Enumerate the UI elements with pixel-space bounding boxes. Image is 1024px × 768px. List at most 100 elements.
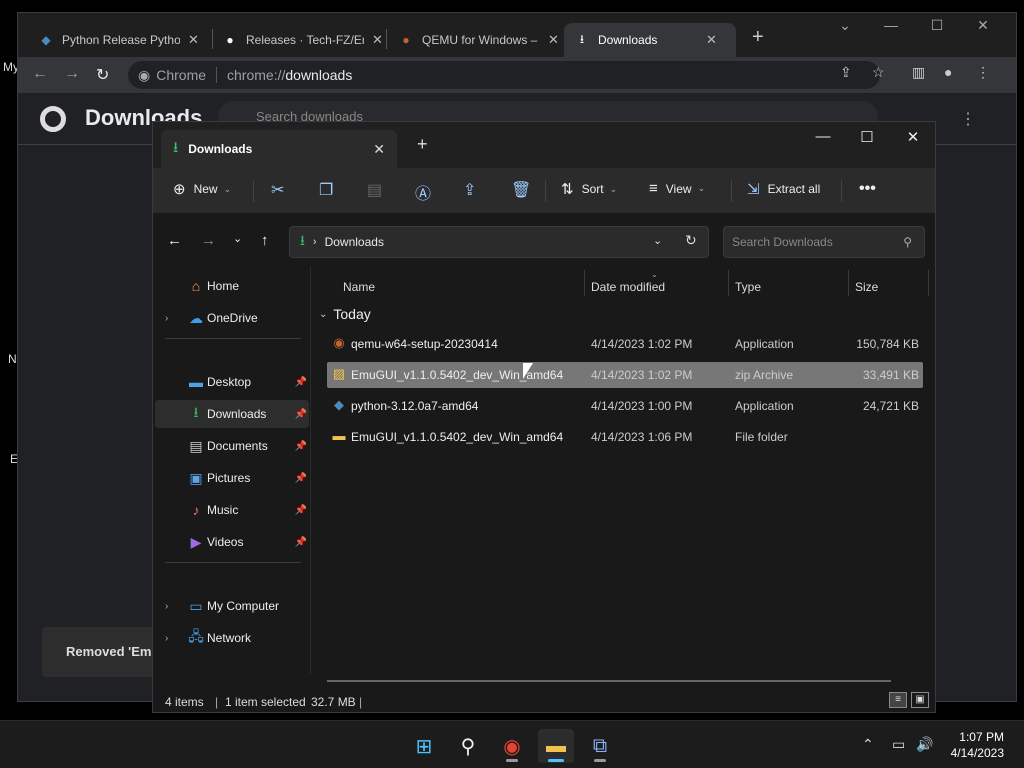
close-icon[interactable]: ✕: [706, 32, 717, 48]
nav-item-onedrive[interactable]: › ☁ OneDrive: [155, 304, 309, 332]
maximize-button[interactable]: ☐: [847, 128, 887, 146]
nav-item-videos[interactable]: ▶ Videos 📌: [155, 528, 309, 556]
chrome-tab-active[interactable]: ⭳ Downloads ✕: [564, 23, 736, 57]
document-icon: ▤: [189, 437, 203, 454]
new-button[interactable]: ⊕ New ⌄: [173, 180, 231, 198]
address-bar[interactable]: ⭳ › Downloads: [289, 226, 709, 258]
close-window-button[interactable]: ✕: [968, 17, 998, 34]
chrome-tab[interactable]: ◆ Python Release Pytho ✕: [28, 23, 209, 57]
column-header-type[interactable]: Type: [735, 280, 761, 294]
paste-icon[interactable]: ▤: [367, 180, 382, 200]
search-icon: ⚲: [903, 235, 912, 249]
extract-all-label: Extract all: [767, 182, 821, 196]
close-icon[interactable]: ✕: [188, 32, 199, 48]
more-options-icon[interactable]: •••: [859, 180, 876, 198]
nav-item-pictures[interactable]: ▣ Pictures 📌: [155, 464, 309, 492]
new-tab-button[interactable]: +: [752, 26, 764, 49]
file-row[interactable]: ◉ qemu-w64-setup-20230414 4/14/2023 1:02…: [327, 331, 923, 357]
file-row[interactable]: ▬ EmuGUI_v1.1.0.5402_dev_Win_amd64 4/14/…: [327, 424, 923, 450]
chevron-up-icon[interactable]: ⌃: [862, 736, 874, 753]
close-icon[interactable]: ✕: [373, 141, 385, 158]
taskbar-app-chrome[interactable]: ◉: [494, 729, 530, 763]
chrome-tab[interactable]: ● QEMU for Windows – ✕: [388, 23, 569, 57]
chevron-down-icon[interactable]: ⌄: [653, 234, 662, 247]
network-icon[interactable]: ▭: [892, 736, 905, 753]
chevron-right-icon[interactable]: ›: [165, 601, 168, 612]
side-panel-icon[interactable]: ▥: [912, 64, 925, 81]
file-size: 150,784 KB: [856, 337, 919, 351]
search-button[interactable]: ⚲: [450, 729, 486, 763]
file-row[interactable]: ◆ python-3.12.0a7-amd64 4/14/2023 1:00 P…: [327, 393, 923, 419]
volume-icon[interactable]: 🔊: [916, 736, 933, 753]
close-icon[interactable]: ✕: [548, 32, 559, 48]
share-icon[interactable]: ⇪: [840, 64, 852, 81]
chevron-down-icon: ⌄: [697, 183, 706, 193]
column-header-name[interactable]: Name: [343, 280, 375, 294]
share-icon[interactable]: ⇪: [463, 180, 476, 200]
menu-icon[interactable]: ⋮: [976, 64, 990, 81]
nav-item-downloads[interactable]: ⭳ Downloads 📌: [155, 400, 309, 428]
breadcrumb[interactable]: Downloads: [325, 235, 384, 249]
file-type: Application: [735, 399, 794, 413]
taskbar-app-installer[interactable]: ⧉: [582, 729, 618, 763]
up-icon[interactable]: ↑: [261, 232, 269, 249]
file-name: EmuGUI_v1.1.0.5402_dev_Win_amd64: [351, 430, 564, 444]
chevron-right-icon[interactable]: ›: [165, 633, 168, 644]
minimize-button[interactable]: —: [876, 17, 906, 33]
explorer-tab[interactable]: ⭳ Downloads ✕: [161, 130, 397, 168]
tiles-view-button[interactable]: ▣: [911, 692, 929, 708]
refresh-icon[interactable]: ↻: [685, 232, 697, 249]
recent-locations-icon[interactable]: ⌄: [233, 232, 242, 245]
file-type: Application: [735, 337, 794, 351]
view-button[interactable]: ≡ View ⌄: [649, 180, 705, 197]
address-bar[interactable]: ◉ Chrome chrome://downloads: [128, 61, 880, 89]
extract-all-button[interactable]: ⇲ Extract all: [747, 180, 820, 198]
file-date: 4/14/2023 1:00 PM: [591, 399, 693, 413]
video-icon: ▶: [190, 533, 202, 550]
taskbar-app-explorer[interactable]: ▬: [538, 729, 574, 763]
sort-button[interactable]: ⇅ Sort ⌄: [561, 180, 617, 198]
zip-icon: ▨: [332, 366, 346, 381]
forward-icon[interactable]: →: [64, 65, 80, 83]
back-icon[interactable]: ←: [32, 65, 48, 83]
forward-icon[interactable]: →: [201, 232, 216, 249]
group-header-today[interactable]: ⌄ Today: [319, 306, 371, 322]
details-view-button[interactable]: ≡: [889, 692, 907, 708]
profile-icon[interactable]: ●: [944, 64, 952, 80]
minimize-button[interactable]: —: [803, 128, 843, 145]
nav-item-network[interactable]: › 🖧 Network: [155, 624, 309, 652]
cut-icon[interactable]: ✂: [271, 180, 284, 200]
close-icon[interactable]: ✕: [372, 32, 383, 48]
reload-icon[interactable]: ↻: [96, 65, 109, 85]
search-input[interactable]: Search Downloads ⚲: [723, 226, 925, 258]
close-window-button[interactable]: ✕: [893, 128, 933, 146]
back-icon[interactable]: ←: [167, 232, 182, 249]
new-tab-button[interactable]: +: [417, 134, 428, 155]
nav-item-desktop[interactable]: ▬ Desktop 📌: [155, 368, 309, 396]
selection-size: 32.7 MB: [311, 695, 356, 709]
download-icon: ⭳: [300, 232, 305, 248]
file-row-selected[interactable]: ▨ EmuGUI_v1.1.0.5402_dev_Win_amd64 4/14/…: [327, 362, 923, 388]
delete-icon[interactable]: 🗑: [511, 180, 531, 200]
column-header-date[interactable]: Date modified: [591, 280, 665, 294]
nav-item-my-computer[interactable]: › ▭ My Computer: [155, 592, 309, 620]
extract-icon: ⇲: [747, 181, 760, 198]
bookmark-star-icon[interactable]: ☆: [872, 64, 885, 81]
nav-item-music[interactable]: ♪ Music 📌: [155, 496, 309, 524]
url-scheme: chrome://: [227, 67, 286, 83]
column-header-size[interactable]: Size: [855, 280, 878, 294]
copy-icon[interactable]: ❐: [319, 180, 333, 200]
nav-item-documents[interactable]: ▤ Documents 📌: [155, 432, 309, 460]
tab-search-icon[interactable]: ⌄: [830, 17, 860, 34]
nav-item-label: My Computer: [207, 599, 280, 613]
nav-item-home[interactable]: ⌂ Home: [155, 272, 309, 300]
horizontal-scrollbar[interactable]: [327, 680, 891, 682]
maximize-button[interactable]: ☐: [922, 17, 952, 34]
system-clock[interactable]: 1:07 PM 4/14/2023: [951, 729, 1004, 761]
start-button[interactable]: ⊞: [406, 729, 442, 763]
chevron-right-icon[interactable]: ›: [165, 313, 168, 324]
more-icon[interactable]: ⋮: [960, 109, 976, 129]
chrome-tab[interactable]: ● Releases · Tech-FZ/Em ✕: [212, 23, 393, 57]
rename-icon[interactable]: Ⓐ: [415, 180, 431, 204]
file-type: File folder: [735, 430, 788, 444]
